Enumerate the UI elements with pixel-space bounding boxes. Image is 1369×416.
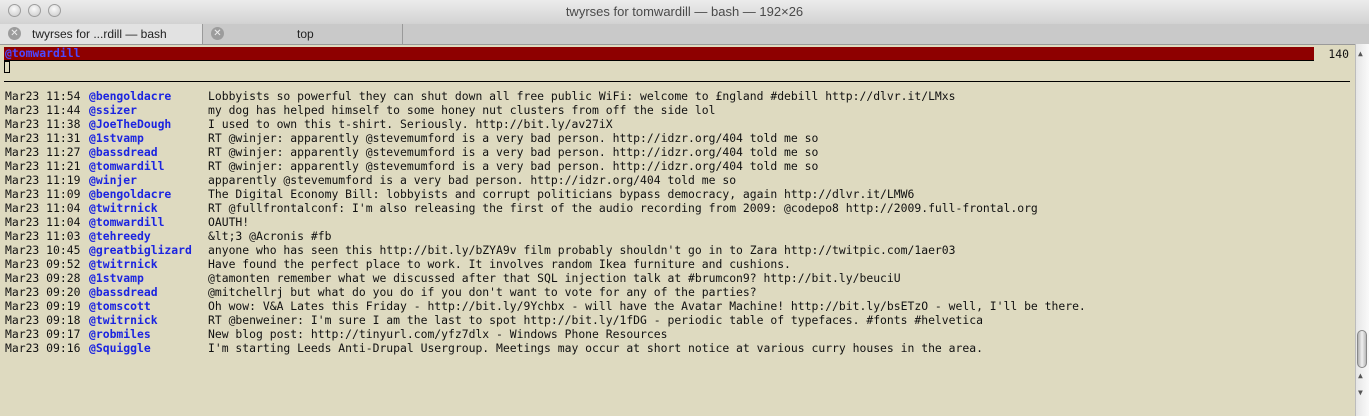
tweet-time: Mar23 11:31 bbox=[5, 131, 81, 145]
tweet-user[interactable]: @bassdread bbox=[89, 285, 158, 299]
tweet-time: Mar23 09:20 bbox=[5, 285, 81, 299]
tab-twyrses[interactable]: ✕ twyrses for ...rdill — bash bbox=[0, 24, 203, 44]
tweet-text: RT @benweiner: I'm sure I am the last to… bbox=[208, 313, 983, 327]
tweet-user[interactable]: @robmiles bbox=[89, 327, 151, 341]
tweet-user[interactable]: @JoeTheDough bbox=[89, 117, 171, 131]
tab-label: top bbox=[297, 27, 314, 41]
tweet-time: Mar23 10:45 bbox=[5, 243, 81, 257]
tweet-user[interactable]: @1stvamp bbox=[89, 131, 144, 145]
tweet-user[interactable]: @tomwardill bbox=[89, 215, 164, 229]
tweet-user[interactable]: @twitrnick bbox=[89, 201, 158, 215]
tweet-user[interactable]: @tomscott bbox=[89, 299, 151, 313]
tweet-time: Mar23 11:04 bbox=[5, 215, 81, 229]
tweet-text: @tamonten remember what we discussed aft… bbox=[208, 271, 901, 285]
tab-label: twyrses for ...rdill — bash bbox=[32, 27, 167, 41]
tweet-user[interactable]: @1stvamp bbox=[89, 271, 144, 285]
tweet-time: Mar23 09:52 bbox=[5, 257, 81, 271]
tweet-time: Mar23 11:21 bbox=[5, 159, 81, 173]
tab-top[interactable]: ✕ top bbox=[203, 24, 403, 44]
tweet-time: Mar23 09:19 bbox=[5, 299, 81, 313]
tweet-user[interactable]: @twitrnick bbox=[89, 257, 158, 271]
tweet-text: RT @winjer: apparently @stevemumford is … bbox=[208, 145, 819, 159]
tweet-time: Mar23 11:54 bbox=[5, 89, 81, 103]
close-tab-icon[interactable]: ✕ bbox=[211, 27, 224, 40]
tweet-user[interactable]: @bengoldacre bbox=[89, 89, 171, 103]
tweet-user[interactable]: @bengoldacre bbox=[89, 187, 171, 201]
tweet-time: Mar23 11:38 bbox=[5, 117, 81, 131]
tweet-user[interactable]: @winjer bbox=[89, 173, 137, 187]
tweet-user[interactable]: @tomwardill bbox=[89, 159, 164, 173]
tweet-time: Mar23 09:18 bbox=[5, 313, 81, 327]
current-user: @tomwardill bbox=[5, 46, 81, 60]
window-titlebar: twyrses for tomwardill — bash — 192×26 bbox=[0, 0, 1369, 25]
tweet-text: anyone who has seen this http://bit.ly/b… bbox=[208, 243, 956, 257]
tweet-text: &lt;3 @Acronis #fb bbox=[208, 229, 332, 243]
char-count: 140 bbox=[1328, 47, 1349, 61]
close-tab-icon[interactable]: ✕ bbox=[8, 27, 21, 40]
tweet-text: OAUTH! bbox=[208, 215, 250, 229]
tweet-text: my dog has helped himself to some honey … bbox=[208, 103, 716, 117]
scroll-up-icon[interactable]: ▲ bbox=[1358, 49, 1363, 58]
tweet-time: Mar23 09:17 bbox=[5, 327, 81, 341]
tweet-text: I used to own this t-shirt. Seriously. h… bbox=[208, 117, 613, 131]
window-title: twyrses for tomwardill — bash — 192×26 bbox=[565, 4, 804, 19]
tweet-text: RT @fullfrontalconf: I'm also releasing … bbox=[208, 201, 1038, 215]
tweet-user[interactable]: @Squiggle bbox=[89, 341, 151, 355]
tweet-time: Mar23 11:27 bbox=[5, 145, 81, 159]
tweet-text: I'm starting Leeds Anti-Drupal Usergroup… bbox=[208, 341, 983, 355]
tweet-user[interactable]: @twitrnick bbox=[89, 313, 158, 327]
tweet-user[interactable]: @bassdread bbox=[89, 145, 158, 159]
tweet-text: Have found the perfect place to work. It… bbox=[208, 257, 791, 271]
tweet-time: Mar23 11:09 bbox=[5, 187, 81, 201]
tweet-text: The Digital Economy Bill: lobbyists and … bbox=[208, 187, 915, 201]
tweet-text: Oh wow: V&A Lates this Friday - http://b… bbox=[208, 299, 1086, 313]
tweet-text: Lobbyists so powerful they can shut down… bbox=[208, 89, 956, 103]
tweet-text: @mitchellrj but what do you do if you do… bbox=[208, 285, 757, 299]
divider bbox=[4, 81, 1350, 82]
tweet-text: New blog post: http://tinyurl.com/yfz7dl… bbox=[208, 327, 668, 341]
tab-bar: ✕ twyrses for ...rdill — bash ✕ top bbox=[0, 24, 1369, 45]
scrollbar-thumb[interactable] bbox=[1357, 330, 1367, 368]
tweet-user[interactable]: @greatbiglizard bbox=[89, 243, 192, 257]
tweet-time: Mar23 11:44 bbox=[5, 103, 81, 117]
tweet-text: apparently @stevemumford is a very bad p… bbox=[208, 173, 737, 187]
status-bar: @tomwardill bbox=[4, 46, 1314, 61]
tweet-time: Mar23 11:19 bbox=[5, 173, 81, 187]
scroll-up-arrow-icon[interactable]: ▲ bbox=[1358, 371, 1363, 380]
tweet-user[interactable]: @tehreedy bbox=[89, 229, 151, 243]
input-cursor[interactable] bbox=[4, 61, 10, 73]
tweet-time: Mar23 11:03 bbox=[5, 229, 81, 243]
tweet-user[interactable]: @ssizer bbox=[89, 103, 137, 117]
scroll-down-arrow-icon[interactable]: ▼ bbox=[1358, 388, 1363, 397]
tweet-text: RT @winjer: apparently @stevemumford is … bbox=[208, 159, 819, 173]
tweet-text: RT @winjer: apparently @stevemumford is … bbox=[208, 131, 819, 145]
tweet-time: Mar23 09:16 bbox=[5, 341, 81, 355]
tweet-time: Mar23 09:28 bbox=[5, 271, 81, 285]
tweet-time: Mar23 11:04 bbox=[5, 201, 81, 215]
